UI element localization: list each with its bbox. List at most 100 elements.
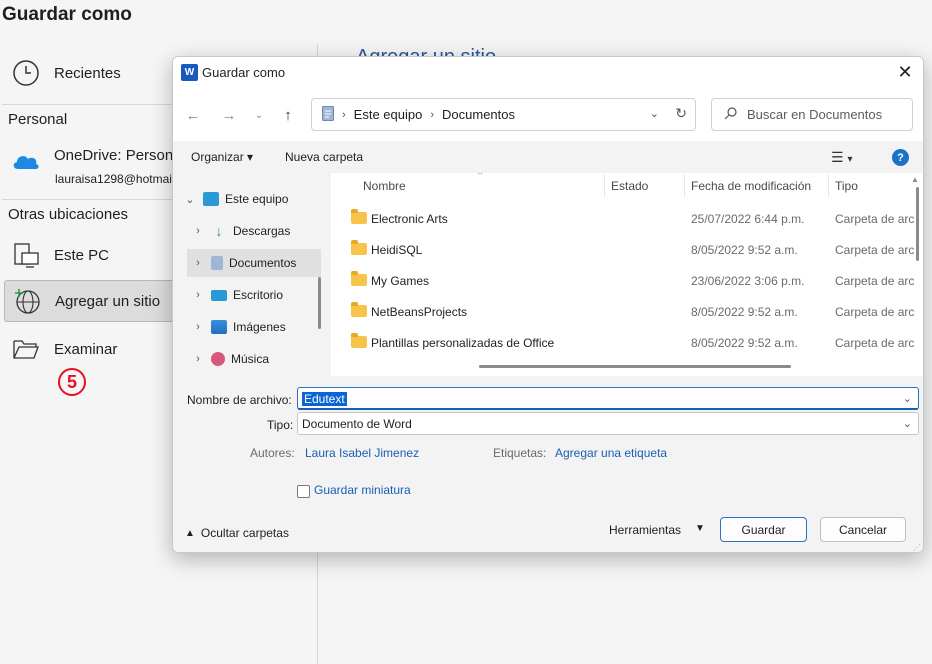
hide-folders-button[interactable]: ▲ Ocultar carpetas [185, 526, 289, 540]
filename-input[interactable]: Edutext ⌄ [297, 387, 919, 410]
arrow-up-icon: ↑ [284, 106, 292, 124]
onedrive-label: OneDrive: Personal [54, 146, 185, 164]
breadcrumb-este-equipo[interactable]: Este equipo [354, 107, 423, 122]
search-placeholder: Buscar en Documentos [747, 107, 883, 122]
tree-item-label: Documentos [229, 256, 297, 270]
tools-button[interactable]: Herramientas [609, 523, 681, 537]
search-box[interactable]: Buscar en Documentos [711, 98, 913, 131]
file-date: 8/05/2022 9:52 a.m. [691, 305, 798, 319]
chevron-right-icon: › [342, 108, 346, 121]
help-button[interactable]: ? [892, 149, 909, 166]
tags-label: Etiquetas: [493, 446, 547, 460]
filename-label: Nombre de archivo: [187, 393, 292, 407]
column-divider [604, 175, 605, 197]
file-row[interactable]: HeidiSQL 8/05/2022 9:52 a.m. Carpeta de … [331, 234, 916, 265]
view-options-button[interactable]: ☰ ▾ [831, 149, 852, 166]
file-list: ⌃ Nombre Estado Fecha de modificación Ti… [331, 173, 923, 376]
folder-icon [351, 240, 367, 255]
chevron-down-icon[interactable]: ⌄ [903, 417, 912, 430]
file-type: Carpeta de arc [835, 305, 915, 319]
file-type: Carpeta de arc [835, 212, 915, 226]
column-header-type[interactable]: Tipo [835, 179, 858, 193]
organize-button[interactable]: Organizar ▾ [191, 150, 253, 164]
recent-item[interactable]: Recientes [4, 52, 194, 94]
vertical-scrollbar[interactable] [916, 187, 919, 261]
scroll-up-icon[interactable]: ▲ [911, 175, 919, 184]
computer-icon [203, 192, 219, 206]
recent-locations-button[interactable]: ⌄ [247, 103, 271, 127]
file-type: Carpeta de arc [835, 274, 915, 288]
back-button[interactable]: ← [181, 103, 205, 127]
column-header-modified[interactable]: Fecha de modificación [691, 179, 811, 193]
file-type-value: Documento de Word [302, 417, 412, 431]
file-row[interactable]: My Games 23/06/2022 3:06 p.m. Carpeta de… [331, 265, 916, 296]
tree-item-este-equipo[interactable]: ⌄ Este equipo [179, 185, 313, 213]
column-header-name[interactable]: Nombre [363, 179, 406, 193]
column-divider [828, 175, 829, 197]
forward-button[interactable]: → [217, 103, 241, 127]
column-divider [684, 175, 685, 197]
word-app-icon: W [181, 64, 198, 81]
arrow-right-icon: → [221, 106, 237, 124]
horizontal-scrollbar[interactable] [479, 365, 791, 368]
tree-item-descargas[interactable]: › ↓ Descargas [187, 217, 321, 245]
search-icon [724, 106, 737, 123]
new-folder-button[interactable]: Nueva carpeta [285, 150, 363, 164]
chevron-right-icon[interactable]: › [191, 257, 205, 269]
chevron-right-icon: › [430, 108, 435, 121]
chevron-right-icon[interactable]: › [191, 289, 205, 301]
chevron-right-icon[interactable]: › [191, 353, 205, 365]
add-tag-link[interactable]: Agregar una etiqueta [555, 446, 667, 460]
tree-item-imagenes[interactable]: › Imágenes [187, 313, 321, 341]
close-button[interactable]: ✕ [889, 57, 921, 87]
chevron-down-icon[interactable]: ▼ [695, 523, 705, 534]
save-thumbnail-checkbox[interactable] [297, 485, 310, 498]
authors-value[interactable]: Laura Isabel Jimenez [305, 446, 419, 460]
browse-label: Examinar [54, 340, 118, 358]
tree-item-label: Escritorio [233, 288, 284, 302]
save-button[interactable]: Guardar [720, 517, 807, 542]
file-name: My Games [371, 274, 430, 288]
tree-item-musica[interactable]: › Música [187, 345, 321, 373]
divider [2, 104, 177, 105]
file-row[interactable]: Electronic Arts 25/07/2022 6:44 p.m. Car… [331, 203, 916, 234]
breadcrumb-documentos[interactable]: Documentos [442, 107, 515, 122]
up-button[interactable]: ↑ [276, 103, 300, 127]
address-bar[interactable]: › Este equipo › Documentos ⌄ ↻ [311, 98, 696, 131]
file-row[interactable]: NetBeansProjects 8/05/2022 9:52 a.m. Car… [331, 296, 916, 327]
file-name: Plantillas personalizadas de Office [371, 336, 555, 350]
this-pc-item[interactable]: Este PC [4, 234, 194, 276]
add-site-item[interactable]: Agregar un sitio [4, 280, 179, 322]
tree-item-escritorio[interactable]: › Escritorio [187, 281, 321, 309]
tree-item-label: Descargas [233, 224, 291, 238]
this-pc-label: Este PC [54, 246, 110, 264]
cancel-button[interactable]: Cancelar [820, 517, 906, 542]
tree-item-documentos[interactable]: › Documentos [187, 249, 321, 277]
browse-item[interactable]: Examinar [4, 328, 194, 370]
save-thumbnail-label[interactable]: Guardar miniatura [314, 483, 411, 497]
chevron-down-icon[interactable]: ⌄ [650, 107, 659, 120]
file-type-select[interactable]: Documento de Word ⌄ [297, 412, 919, 435]
chevron-down-icon[interactable]: ⌄ [903, 392, 912, 405]
file-name: HeidiSQL [371, 243, 423, 257]
resize-grip-icon[interactable]: ⋰ [913, 543, 921, 552]
chevron-down-icon[interactable]: ⌄ [183, 193, 197, 206]
column-header-status[interactable]: Estado [611, 179, 648, 193]
chevron-up-icon: ▲ [185, 527, 195, 539]
save-form: Nombre de archivo: Edutext ⌄ Tipo: Docum… [173, 376, 923, 552]
chevron-right-icon[interactable]: › [191, 225, 205, 237]
nav-pane-scrollbar[interactable] [318, 277, 321, 329]
file-row[interactable]: Plantillas personalizadas de Office 8/05… [331, 327, 916, 358]
folder-icon [351, 302, 367, 317]
documents-icon [322, 105, 334, 124]
refresh-icon[interactable]: ↻ [675, 105, 687, 122]
download-icon: ↓ [215, 223, 223, 239]
section-personal: Personal [8, 111, 68, 128]
chevron-right-icon[interactable]: › [191, 321, 205, 333]
section-other-locations: Otras ubicaciones [8, 206, 129, 223]
desktop-icon [211, 289, 227, 301]
file-name: Electronic Arts [371, 212, 448, 226]
globe-add-icon [9, 283, 45, 319]
hide-folders-label: Ocultar carpetas [200, 526, 289, 540]
close-icon: ✕ [897, 61, 913, 82]
